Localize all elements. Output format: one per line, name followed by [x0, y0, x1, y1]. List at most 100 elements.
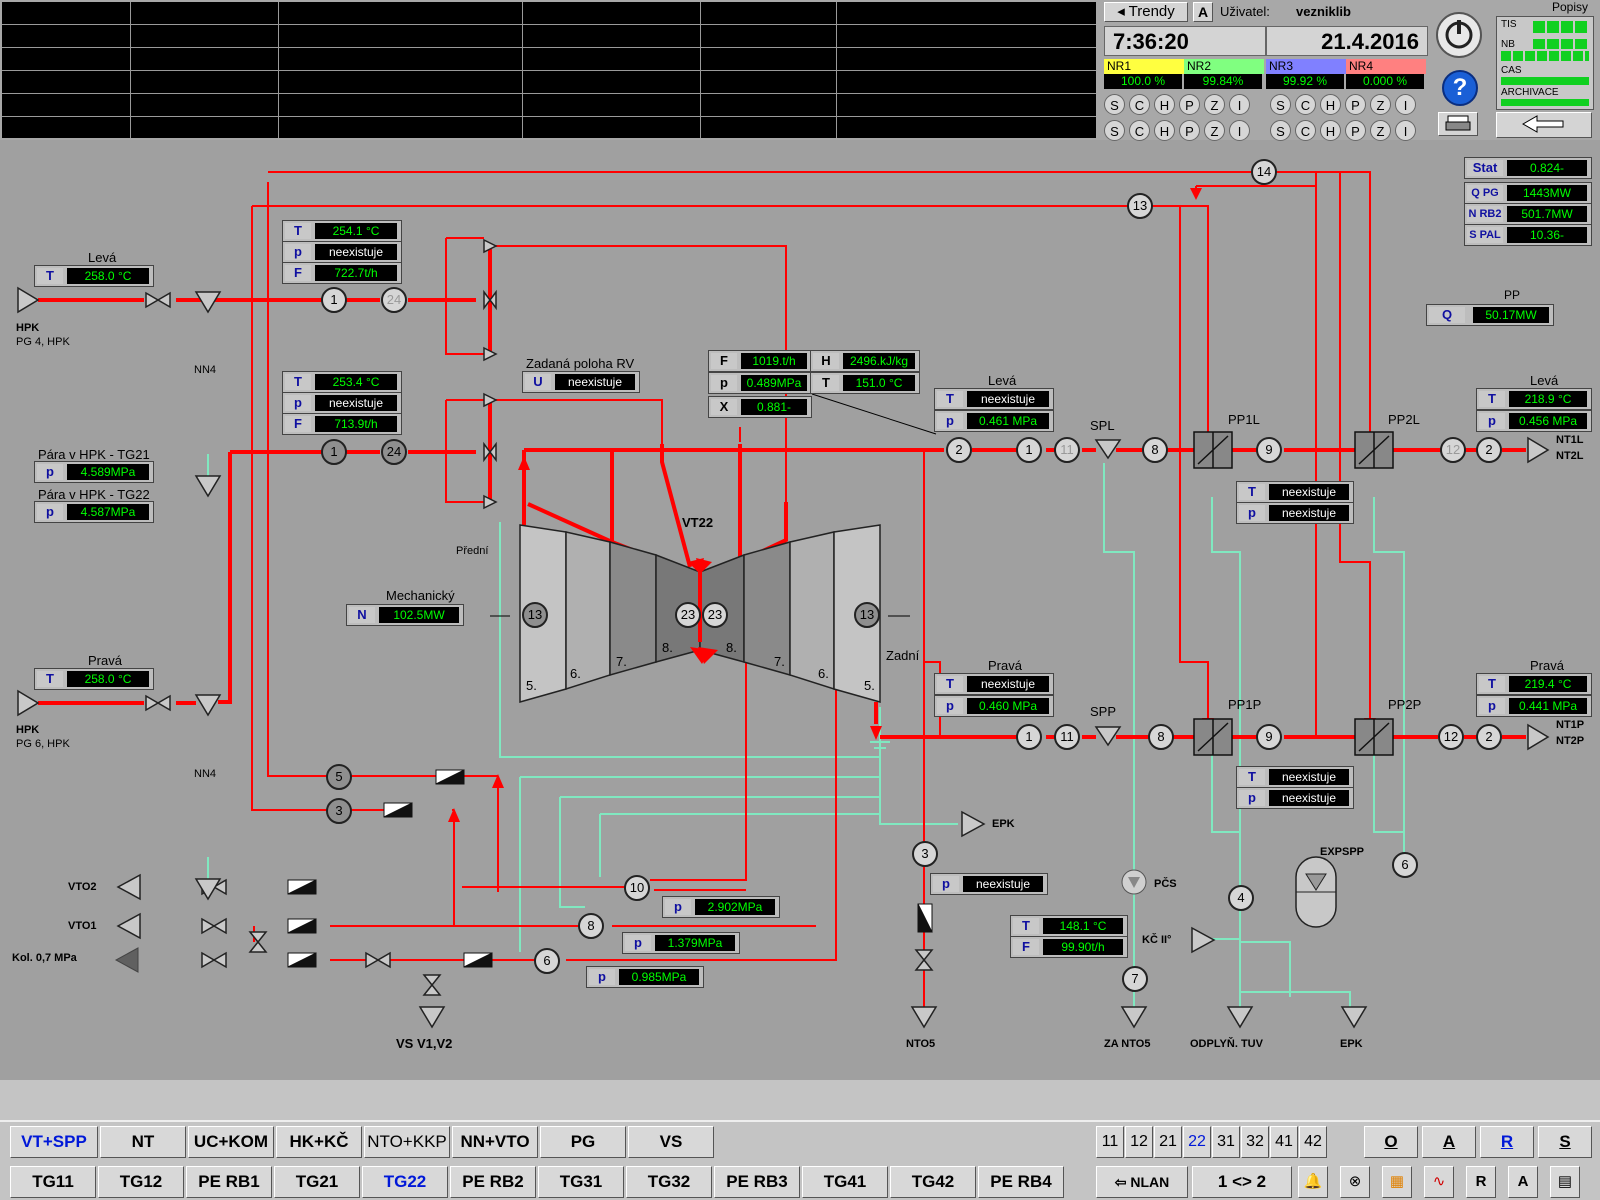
unit-button-4[interactable]: 31 — [1212, 1126, 1240, 1158]
sch-circle-0-0-1[interactable]: C — [1129, 94, 1150, 115]
node-9-l[interactable]: 9 — [1256, 437, 1282, 463]
sch-circle-0-0-4[interactable]: Z — [1204, 94, 1225, 115]
node-7[interactable]: 7 — [1122, 966, 1148, 992]
node-4[interactable]: 4 — [1228, 885, 1254, 911]
node-2-pr[interactable]: 2 — [1476, 724, 1502, 750]
node-6-right[interactable]: 6 — [1392, 852, 1418, 878]
node-9-p[interactable]: 9 — [1256, 724, 1282, 750]
node-1-l[interactable]: 1 — [1016, 437, 1042, 463]
oars-button-3[interactable]: S — [1538, 1126, 1592, 1158]
trend-chart-icon[interactable]: ∿ — [1424, 1166, 1454, 1198]
unit-button-0[interactable]: 11 — [1096, 1126, 1124, 1158]
node-14[interactable]: 14 — [1251, 159, 1277, 185]
a-button[interactable]: A — [1193, 2, 1213, 22]
unit-button-7[interactable]: 42 — [1299, 1126, 1327, 1158]
nav-button-1[interactable]: NT — [100, 1126, 186, 1158]
nlan-button[interactable]: ⇦ NLAN — [1096, 1166, 1188, 1198]
node-12-l[interactable]: 12 — [1440, 437, 1466, 463]
tg-button-0[interactable]: TG11 — [10, 1166, 96, 1198]
tg-button-4[interactable]: TG22 — [362, 1166, 448, 1198]
sch-circle-1-1-3[interactable]: P — [1345, 120, 1366, 141]
sch-circle-0-1-3[interactable]: P — [1345, 94, 1366, 115]
node-3-left[interactable]: 3 — [326, 798, 352, 824]
sch-circle-1-1-1[interactable]: C — [1295, 120, 1316, 141]
node-1-p[interactable]: 1 — [1016, 724, 1042, 750]
nav-button-7[interactable]: VS — [628, 1126, 714, 1158]
sch-circle-1-0-4[interactable]: Z — [1204, 120, 1225, 141]
nav-button-5[interactable]: NN+VTO — [452, 1126, 538, 1158]
node-8-p[interactable]: 8 — [1148, 724, 1174, 750]
power-icon[interactable] — [1436, 12, 1482, 58]
sch-circle-1-1-4[interactable]: Z — [1370, 120, 1391, 141]
node-24-mid[interactable]: 24 — [381, 439, 407, 465]
sch-circle-0-0-0[interactable]: S — [1104, 94, 1125, 115]
node-12-p[interactable]: 12 — [1438, 724, 1464, 750]
node-24-top[interactable]: 24 — [381, 287, 407, 313]
node-23-right[interactable]: 23 — [702, 602, 728, 628]
node-3-right[interactable]: 3 — [912, 841, 938, 867]
alarm-bell-icon[interactable]: 🔔 — [1298, 1166, 1328, 1198]
back-arrow-icon[interactable] — [1496, 112, 1592, 138]
sch-circle-1-0-0[interactable]: S — [1104, 120, 1125, 141]
node-1-top[interactable]: 1 — [321, 287, 347, 313]
tg-button-7[interactable]: TG32 — [626, 1166, 712, 1198]
node-2-lr[interactable]: 2 — [1476, 437, 1502, 463]
node-13-left[interactable]: 13 — [522, 602, 548, 628]
nav-button-4[interactable]: NTO+KKP — [364, 1126, 450, 1158]
oars-button-0[interactable]: O — [1364, 1126, 1418, 1158]
sch-circle-0-1-5[interactable]: I — [1395, 94, 1416, 115]
sch-circle-1-0-3[interactable]: P — [1179, 120, 1200, 141]
oars-button-2[interactable]: R — [1480, 1126, 1534, 1158]
print-icon[interactable] — [1438, 112, 1478, 136]
node-5[interactable]: 5 — [326, 764, 352, 790]
tg-button-6[interactable]: TG31 — [538, 1166, 624, 1198]
unit-button-2[interactable]: 21 — [1154, 1126, 1182, 1158]
unit-button-1[interactable]: 12 — [1125, 1126, 1153, 1158]
nav-button-3[interactable]: HK+KČ — [276, 1126, 362, 1158]
tg-button-11[interactable]: PE RB4 — [978, 1166, 1064, 1198]
tg-button-5[interactable]: PE RB2 — [450, 1166, 536, 1198]
node-13-top[interactable]: 13 — [1127, 193, 1153, 219]
sch-circle-0-0-5[interactable]: I — [1229, 94, 1250, 115]
node-11-p[interactable]: 11 — [1054, 724, 1080, 750]
node-1-mid[interactable]: 1 — [321, 439, 347, 465]
trendy-button[interactable]: ◂ Trendy — [1104, 2, 1188, 22]
r-doc-icon[interactable]: R — [1466, 1166, 1496, 1198]
tg-button-10[interactable]: TG42 — [890, 1166, 976, 1198]
oars-button-1[interactable]: A — [1422, 1126, 1476, 1158]
sch-circle-0-1-4[interactable]: Z — [1370, 94, 1391, 115]
alarm-list[interactable] — [2, 2, 1096, 138]
help-icon[interactable]: ? — [1442, 70, 1478, 106]
node-8-bot[interactable]: 8 — [578, 913, 604, 939]
node-23-left[interactable]: 23 — [675, 602, 701, 628]
tg-button-3[interactable]: TG21 — [274, 1166, 360, 1198]
report-icon[interactable]: ▦ — [1382, 1166, 1412, 1198]
unit-button-3[interactable]: 22 — [1183, 1126, 1211, 1158]
tg-button-1[interactable]: TG12 — [98, 1166, 184, 1198]
node-11-l[interactable]: 11 — [1054, 437, 1080, 463]
nav-button-0[interactable]: VT+SPP — [10, 1126, 98, 1158]
nav-button-2[interactable]: UC+KOM — [188, 1126, 274, 1158]
tg-button-2[interactable]: PE RB1 — [186, 1166, 272, 1198]
cancel-icon[interactable]: ⊗ — [1340, 1166, 1370, 1198]
unit-button-5[interactable]: 32 — [1241, 1126, 1269, 1158]
sch-circle-1-1-5[interactable]: I — [1395, 120, 1416, 141]
sch-circle-0-0-2[interactable]: H — [1154, 94, 1175, 115]
sch-circle-0-0-3[interactable]: P — [1179, 94, 1200, 115]
sch-circle-1-1-2[interactable]: H — [1320, 120, 1341, 141]
node-2-l[interactable]: 2 — [946, 437, 972, 463]
unit-button-6[interactable]: 41 — [1270, 1126, 1298, 1158]
sch-circle-0-1-2[interactable]: H — [1320, 94, 1341, 115]
sch-circle-1-0-1[interactable]: C — [1129, 120, 1150, 141]
node-6-bot[interactable]: 6 — [534, 948, 560, 974]
tg-button-9[interactable]: TG41 — [802, 1166, 888, 1198]
nav-button-6[interactable]: PG — [540, 1126, 626, 1158]
a-doc-icon[interactable]: A — [1508, 1166, 1538, 1198]
grid-icon[interactable]: ▤ — [1550, 1166, 1580, 1198]
swap-button[interactable]: 1 <> 2 — [1192, 1166, 1292, 1198]
node-13-right[interactable]: 13 — [854, 602, 880, 628]
node-8-l[interactable]: 8 — [1142, 437, 1168, 463]
sch-circle-0-1-1[interactable]: C — [1295, 94, 1316, 115]
node-10[interactable]: 10 — [624, 875, 650, 901]
sch-circle-1-0-5[interactable]: I — [1229, 120, 1250, 141]
